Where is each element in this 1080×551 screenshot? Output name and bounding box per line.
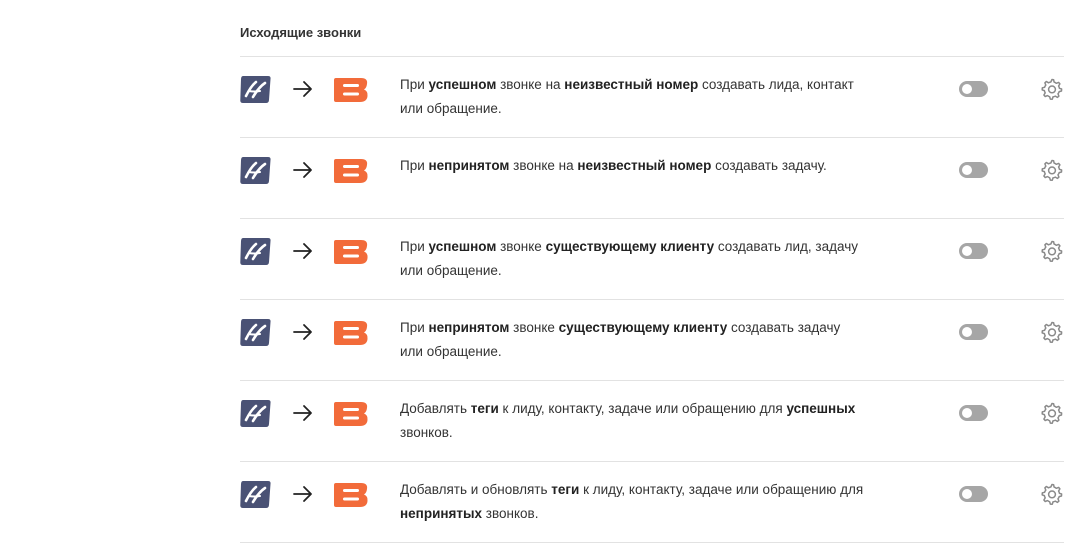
rule-description-line: При непринятом звонке существующему клие… — [400, 316, 900, 340]
rule-text-bold: существующему клиенту — [558, 320, 728, 335]
arrow-right-icon — [293, 324, 312, 340]
rule-text-part: При — [400, 239, 429, 254]
arrow-right-icon — [293, 81, 312, 97]
rule-description: При непринятом звонке на неизвестный ном… — [400, 154, 900, 178]
rule-text-part: При — [400, 320, 429, 335]
rule-text-part: звонке — [509, 320, 559, 335]
telephony-logo-icon — [240, 75, 271, 103]
rule-description: Добавлять и обновлять теги к лиду, конта… — [400, 478, 900, 526]
rule-row: При успешном звонке существующему клиент… — [240, 219, 1064, 300]
rule-description: Добавлять теги к лиду, контакту, задаче … — [400, 397, 900, 445]
crm-b-logo-icon — [334, 158, 368, 183]
rule-text-part: или обращение. — [400, 263, 502, 278]
rule-description: При успешном звонке на неизвестный номер… — [400, 73, 900, 121]
rule-text-part: создавать задачу — [727, 320, 841, 335]
rule-text-part: создавать задачу. — [711, 158, 827, 173]
gear-icon[interactable] — [1040, 320, 1064, 344]
rule-text-bold: неизвестный номер — [577, 158, 712, 173]
gear-icon[interactable] — [1040, 482, 1064, 506]
row-divider — [240, 542, 1064, 543]
rule-text-part: к лиду, контакту, задаче или обращению д… — [498, 401, 787, 416]
rule-toggle[interactable] — [959, 405, 988, 421]
arrow-right-icon — [293, 162, 312, 178]
telephony-logo-icon — [240, 318, 271, 346]
toggle-knob — [962, 327, 972, 337]
rule-description-line: Добавлять теги к лиду, контакту, задаче … — [400, 397, 900, 421]
rule-row: При успешном звонке на неизвестный номер… — [240, 57, 1064, 138]
rule-text-bold: успешных — [786, 401, 856, 416]
crm-b-logo-icon — [334, 320, 368, 345]
rule-description-line: непринятых звонков. — [400, 502, 900, 526]
rule-row: При непринятом звонке на неизвестный ном… — [240, 138, 1064, 219]
gear-icon[interactable] — [1040, 401, 1064, 425]
rule-description-line: или обращение. — [400, 97, 900, 121]
rule-text-bold: существующему клиенту — [545, 239, 715, 254]
arrow-right-icon — [293, 243, 312, 259]
telephony-logo-icon — [240, 156, 271, 184]
rule-text-bold: непринятых — [400, 506, 483, 521]
rule-toggle[interactable] — [959, 243, 988, 259]
crm-b-logo-icon — [334, 77, 368, 102]
rule-text-part: создавать лида, контакт — [698, 77, 854, 92]
gear-icon[interactable] — [1040, 77, 1064, 101]
rule-toggle[interactable] — [959, 486, 988, 502]
rule-row: Добавлять и обновлять теги к лиду, конта… — [240, 462, 1064, 543]
rule-text-part: звонке на — [496, 77, 565, 92]
rule-text-part: создавать лид, задачу — [714, 239, 858, 254]
rule-text-part: или обращение. — [400, 344, 502, 359]
rule-text-part: Добавлять — [400, 401, 471, 416]
rule-description-line: или обращение. — [400, 340, 900, 364]
rule-text-part: звонке на — [509, 158, 578, 173]
rule-text-part: звонков. — [400, 425, 453, 440]
rule-toggle[interactable] — [959, 81, 988, 97]
rule-description-line: Добавлять и обновлять теги к лиду, конта… — [400, 478, 900, 502]
toggle-knob — [962, 84, 972, 94]
toggle-knob — [962, 408, 972, 418]
rule-text-part: или обращение. — [400, 101, 502, 116]
rule-description: При непринятом звонке существующему клие… — [400, 316, 900, 364]
arrow-right-icon — [293, 405, 312, 421]
gear-icon[interactable] — [1040, 239, 1064, 263]
rule-row: При непринятом звонке существующему клие… — [240, 300, 1064, 381]
toggle-knob — [962, 246, 972, 256]
rule-toggle[interactable] — [959, 324, 988, 340]
rule-text-part: При — [400, 158, 429, 173]
crm-b-logo-icon — [334, 482, 368, 507]
arrow-right-icon — [293, 486, 312, 502]
rule-text-bold: теги — [470, 401, 499, 416]
rule-text-part: к лиду, контакту, задаче или обращению д… — [579, 482, 864, 497]
rule-text-bold: теги — [551, 482, 580, 497]
rule-text-bold: успешном — [428, 239, 497, 254]
rule-description-line: При успешном звонке существующему клиент… — [400, 235, 900, 259]
rule-text-part: Добавлять и обновлять — [400, 482, 552, 497]
telephony-logo-icon — [240, 480, 271, 508]
toggle-knob — [962, 165, 972, 175]
telephony-logo-icon — [240, 399, 271, 427]
telephony-logo-icon — [240, 237, 271, 265]
rule-description-line: звонков. — [400, 421, 900, 445]
rule-text-part: При — [400, 77, 429, 92]
section-title: Исходящие звонки — [240, 25, 362, 40]
rule-row: Добавлять теги к лиду, контакту, задаче … — [240, 381, 1064, 462]
rule-text-bold: непринятом — [428, 158, 510, 173]
rule-text-part: звонков. — [482, 506, 539, 521]
gear-icon[interactable] — [1040, 158, 1064, 182]
rule-description-line: При непринятом звонке на неизвестный ном… — [400, 154, 900, 178]
crm-b-logo-icon — [334, 401, 368, 426]
rule-text-part: звонке — [496, 239, 546, 254]
rule-text-bold: непринятом — [428, 320, 510, 335]
crm-b-logo-icon — [334, 239, 368, 264]
rule-description-line: При успешном звонке на неизвестный номер… — [400, 73, 900, 97]
toggle-knob — [962, 489, 972, 499]
rule-text-bold: неизвестный номер — [564, 77, 699, 92]
rule-toggle[interactable] — [959, 162, 988, 178]
rule-text-bold: успешном — [428, 77, 497, 92]
rule-description-line: или обращение. — [400, 259, 900, 283]
rule-description: При успешном звонке существующему клиент… — [400, 235, 900, 283]
